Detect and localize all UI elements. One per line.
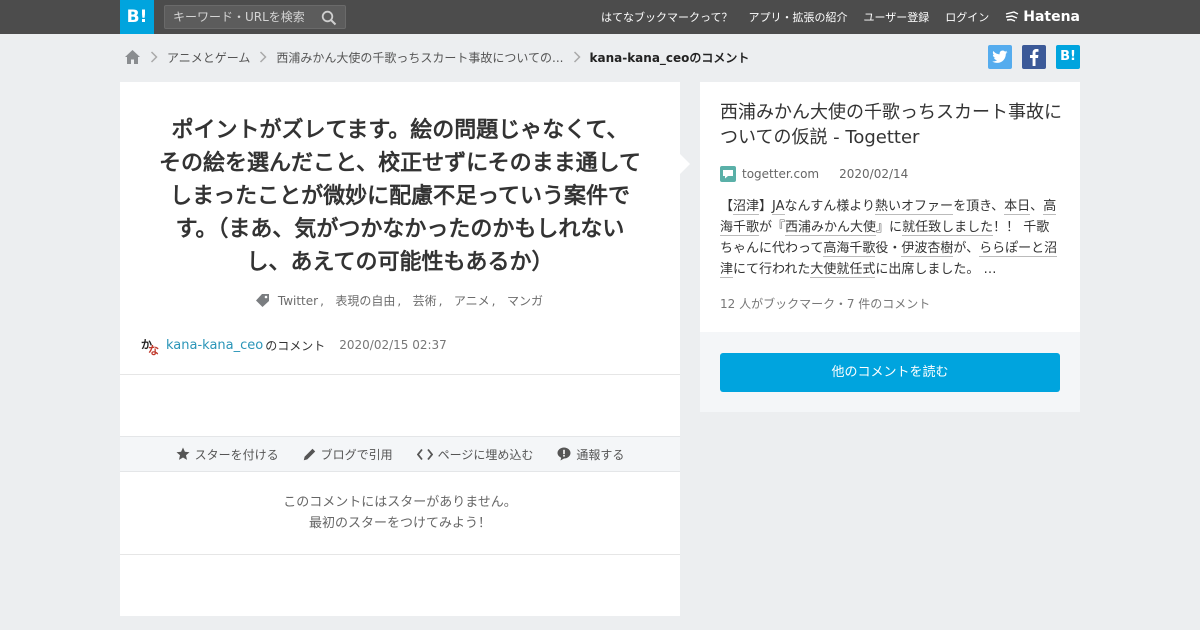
twitter-share-button[interactable]: [988, 45, 1012, 69]
chevron-right-icon: [260, 51, 267, 63]
hatena-share-button[interactable]: B!: [1056, 45, 1080, 69]
twitter-icon: [992, 50, 1008, 63]
hatena-brand-label: Hatena: [1023, 9, 1080, 25]
divider: [120, 374, 680, 375]
blog-quote-label: ブログで引用: [320, 447, 393, 462]
keyword-link[interactable]: オファー: [901, 199, 954, 215]
description-text: 】: [759, 199, 773, 214]
breadcrumb-category[interactable]: アニメとゲーム: [167, 49, 250, 66]
description-text: 役・: [875, 241, 902, 256]
comment-line: ポイントがズレてます。絵の問題じゃなくて、: [171, 118, 629, 143]
star-icon: [176, 447, 190, 460]
tag-list: Twitter, 表現の自由, 芸術, アニメ, マンガ: [120, 292, 680, 309]
top-nav: はてなブックマークって？ アプリ・拡張の紹介 ユーザー登録 ログイン Haten…: [585, 0, 1080, 34]
card-pointer: [680, 154, 690, 174]
tag-freedom-of-expression[interactable]: 表現の自由: [335, 294, 395, 308]
entry-card: 西浦みかん大使の千歌っちスカート事故についての仮説 - Togetter tog…: [700, 82, 1080, 412]
alert-bubble-icon: [557, 447, 571, 461]
facebook-icon: [1030, 49, 1039, 66]
site-favicon-icon: [720, 166, 736, 182]
search-icon[interactable]: [321, 10, 337, 26]
comment-line: しまったことが微妙に配慮不足っていう案件で: [169, 184, 631, 209]
comment-line: その絵を選んだこと、校正せずにそのまま通して: [158, 151, 642, 176]
no-star-message: このコメントにはスターがありません。 最初のスターをつけてみよう！: [120, 492, 680, 534]
comment-card: ポイントがズレてます。絵の問題じゃなくて、 その絵を選んだこと、校正せずにそのま…: [120, 82, 680, 616]
tag-art[interactable]: 芸術: [413, 294, 437, 308]
entry-summary: 西浦みかん大使の千歌っちスカート事故についての仮説 - Togetter tog…: [700, 82, 1080, 332]
description-text: に出席しました。 …: [875, 262, 997, 277]
breadcrumb-current: kana-kana_ceoのコメント: [589, 50, 750, 65]
entry-date: 2020/02/14: [839, 167, 909, 181]
code-icon: [416, 448, 433, 460]
home-icon[interactable]: [124, 49, 141, 65]
chevron-right-icon: [150, 51, 158, 63]
keyword-link[interactable]: 本日: [1004, 199, 1031, 215]
comment-user-line: か な kana-kana_ceo のコメント 2020/02/15 02:37: [140, 336, 447, 358]
top-bar: B! はてなブックマークって？ アプリ・拡張の紹介 ユーザー登録 ログイン Ha…: [0, 0, 1200, 34]
pencil-icon: [303, 448, 315, 460]
hatena-logo-icon: [1006, 11, 1019, 22]
keyword-link[interactable]: 就任致しました: [902, 220, 994, 236]
keyword-link[interactable]: 沼津: [733, 199, 760, 215]
username-suffix: のコメント: [265, 338, 326, 353]
keyword-link[interactable]: 熱い: [875, 199, 902, 215]
comment-date[interactable]: 2020/02/15 02:37: [339, 338, 447, 352]
entry-title-link[interactable]: 西浦みかん大使の千歌っちスカート事故についての仮説 - Togetter: [720, 100, 1065, 150]
breadcrumb-entry[interactable]: 西浦みかん大使の千歌っちスカート事故についての...: [276, 49, 563, 66]
facebook-share-button[interactable]: [1022, 45, 1046, 69]
entry-meta[interactable]: 12 人がブックマーク・7 件のコメント: [720, 295, 930, 312]
nav-login[interactable]: ログイン: [945, 9, 989, 25]
divider: [120, 554, 680, 555]
keyword-link[interactable]: 西浦みかん大使: [785, 220, 877, 236]
read-more-comments-button[interactable]: 他のコメントを読む: [720, 353, 1060, 392]
report-label: 通報する: [576, 447, 625, 462]
entry-domain[interactable]: togetter.com: [742, 167, 819, 181]
nav-apps[interactable]: アプリ・拡張の紹介: [748, 9, 847, 25]
comment-text: ポイントがズレてます。絵の問題じゃなくて、 その絵を選んだこと、校正せずにそのま…: [140, 114, 660, 279]
embed-button[interactable]: ページに埋め込む: [416, 446, 534, 463]
description-text: が『: [759, 220, 786, 235]
keyword-link[interactable]: 高海千歌: [823, 241, 876, 257]
entry-source: togetter.com 2020/02/14: [720, 166, 908, 182]
report-button[interactable]: 通報する: [557, 446, 624, 463]
search-box[interactable]: [164, 5, 346, 29]
description-text: を頂き、: [953, 199, 1005, 214]
tag-icon: [256, 294, 270, 307]
avatar-char: な: [148, 344, 159, 357]
hatena-bookmark-logo[interactable]: B!: [120, 0, 154, 34]
nav-about[interactable]: はてなブックマークって？: [601, 9, 732, 25]
add-star-button[interactable]: スターを付ける: [176, 446, 279, 463]
avatar[interactable]: か な: [140, 336, 159, 357]
description-text: 【: [720, 199, 734, 214]
comment-line: し、あえての可能性もあるか）: [246, 250, 554, 275]
keyword-link[interactable]: 大使就任式: [810, 262, 876, 278]
keyword-link[interactable]: JA: [772, 199, 785, 215]
embed-label: ページに埋め込む: [437, 447, 534, 462]
tag-manga[interactable]: マンガ: [507, 294, 543, 308]
comment-line: す。（まあ、気がつかなかったのかもしれない: [175, 217, 625, 242]
add-star-label: スターを付ける: [194, 447, 279, 462]
description-text: 、: [1030, 199, 1044, 214]
tag-twitter[interactable]: Twitter: [278, 294, 318, 308]
share-buttons: B!: [978, 45, 1080, 69]
username-link[interactable]: kana-kana_ceo: [166, 338, 263, 353]
no-star-line: このコメントにはスターがありません。: [283, 495, 517, 510]
description-text: にて行われた: [733, 262, 811, 277]
keyword-link[interactable]: 伊波杏樹: [901, 241, 954, 257]
action-bar: スターを付ける ブログで引用 ページに埋め込む 通報する: [120, 436, 680, 472]
nav-register[interactable]: ユーザー登録: [863, 9, 929, 25]
description-text: 』に: [876, 220, 903, 235]
chevron-right-icon: [573, 51, 581, 63]
description-text: が、: [953, 241, 980, 256]
search-input[interactable]: [173, 8, 313, 26]
no-star-line: 最初のスターをつけてみよう！: [308, 516, 491, 531]
entry-description: 【沼津】JAなんすん様より熱いオファーを頂き、本日、高海千歌 が『西浦みかん大使』…: [720, 196, 1062, 280]
description-text: なんすん様より: [784, 199, 876, 214]
breadcrumb: アニメとゲーム 西浦みかん大使の千歌っちスカート事故についての... kana-…: [124, 46, 749, 68]
tag-anime[interactable]: アニメ: [454, 294, 490, 308]
hatena-brand[interactable]: Hatena: [1005, 9, 1080, 25]
blog-quote-button[interactable]: ブログで引用: [303, 446, 393, 463]
